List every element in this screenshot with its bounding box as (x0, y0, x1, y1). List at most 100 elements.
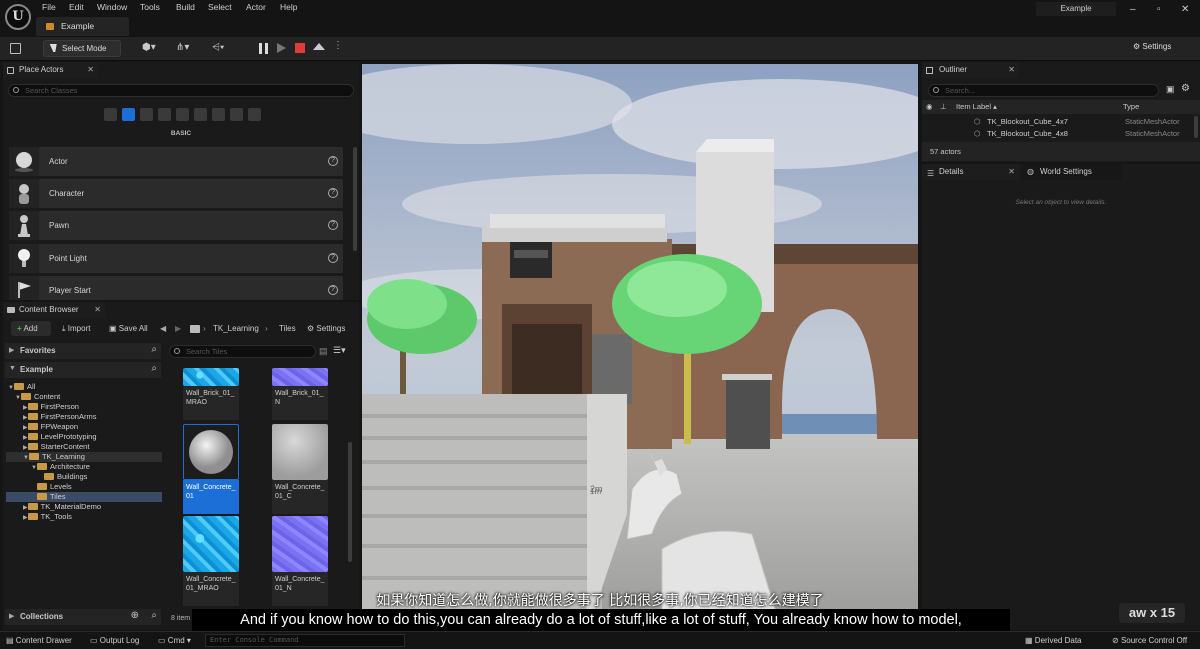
menu-actor[interactable]: Actor (246, 2, 266, 12)
tree-item-tk-materialdemo[interactable]: ▶ TK_MaterialDemo (6, 502, 101, 512)
gear-icon[interactable]: ⚙ (1181, 83, 1190, 94)
help-icon[interactable]: ? (328, 156, 338, 166)
level-viewport[interactable]: 1m 2m (362, 64, 918, 632)
menu-help[interactable]: Help (280, 2, 297, 12)
pause-icon[interactable] (259, 43, 268, 54)
tree-item-buildings[interactable]: Buildings (6, 472, 87, 482)
close-tab-icon[interactable]: ✕ (1008, 164, 1015, 180)
scrollbar[interactable] (348, 442, 352, 562)
outliner-row[interactable]: ⬡ TK_Blockout_Cube_4x8 StaticMeshActor (922, 128, 1192, 139)
recent-icon[interactable] (104, 108, 117, 121)
tree-item-content[interactable]: ▼ Content (6, 392, 162, 402)
asset-tile[interactable]: Wall_Concrete_01_C (272, 424, 328, 514)
tree-item-tk-tools[interactable]: ▶ TK_Tools (6, 512, 72, 522)
volumes-icon[interactable] (230, 108, 243, 121)
close-tab-icon[interactable]: ✕ (1008, 62, 1015, 78)
save-all-button[interactable]: ▣ Save All (109, 321, 148, 336)
help-icon[interactable]: ? (328, 285, 338, 295)
tree-item-tk-learning[interactable]: ▼ TK_Learning (6, 452, 162, 462)
visual-effects-icon[interactable] (194, 108, 207, 121)
settings-button[interactable]: ⚙ Settings (1133, 42, 1171, 51)
asset-tile[interactable]: Wall_Brick_01_MRAO (183, 368, 239, 420)
outliner-row[interactable]: ⬡ TK_Blockout_Cube_4x7 StaticMeshActor (922, 116, 1192, 127)
breadcrumb-tk-learning[interactable]: TK_Learning (213, 321, 259, 336)
actor-item-actor[interactable]: Actor ? (9, 147, 343, 176)
tree-item-tiles[interactable]: Tiles (6, 492, 162, 502)
content-browser-tab[interactable]: Content Browser ✕ (3, 302, 105, 318)
add-button[interactable]: + Add (11, 321, 51, 336)
stop-icon[interactable] (295, 43, 305, 53)
type-column[interactable]: Type (1123, 100, 1139, 114)
project-header[interactable]: ▼ Example ⌕ (5, 362, 161, 378)
content-drawer-button[interactable]: ▤ Content Drawer (6, 635, 72, 647)
minimize-icon[interactable]: – (1130, 4, 1136, 15)
help-icon[interactable]: ? (328, 188, 338, 198)
eject-icon[interactable] (313, 43, 325, 50)
outliner-tab[interactable]: Outliner ✕ (922, 62, 1019, 78)
breadcrumb-tiles[interactable]: Tiles (279, 321, 296, 336)
select-mode-dropdown[interactable]: Select Mode (43, 40, 121, 57)
item-label-column[interactable]: Item Label ▴ (956, 100, 997, 114)
menu-select[interactable]: Select (208, 2, 232, 12)
blueprint-icon[interactable]: ⋔▾ (176, 42, 189, 53)
favorites-header[interactable]: ▶ Favorites ⌕ (5, 343, 161, 359)
world-settings-tab[interactable]: ◍ World Settings (1022, 164, 1122, 180)
scrollbar[interactable] (353, 147, 357, 251)
save-icon[interactable] (10, 43, 21, 54)
tree-item-firstpersonarms[interactable]: ▶ FirstPersonArms (6, 412, 96, 422)
menu-file[interactable]: File (42, 2, 56, 12)
asset-tile-selected[interactable]: Wall_Concrete_01 (183, 424, 239, 514)
content-settings-button[interactable]: ⚙ Settings (307, 321, 345, 336)
cinematics-icon[interactable]: ⩤▾ (212, 42, 224, 53)
search-icon[interactable]: ⌕ (151, 610, 157, 621)
asset-tile[interactable]: Wall_Brick_01_N (272, 368, 328, 420)
more-options-icon[interactable]: ⋮ (333, 40, 345, 51)
asset-search[interactable]: Search Tiles (169, 345, 316, 358)
tree-item-fpweapon[interactable]: ▶ FPWeapon (6, 422, 78, 432)
import-button[interactable]: ⤓ Import (62, 321, 90, 336)
level-tab[interactable]: Example (36, 17, 129, 36)
step-icon[interactable] (277, 43, 286, 53)
collections-header[interactable]: ▶ Collections ⊕ ⌕ (5, 609, 161, 625)
unreal-logo[interactable]: U (5, 4, 31, 30)
filter-icon[interactable]: ☰▾ (333, 345, 346, 356)
derived-data-button[interactable]: ▦ Derived Data (1025, 635, 1081, 647)
search-icon[interactable]: ⌕ (151, 363, 157, 374)
source-control-button[interactable]: ⊘ Source Control Off (1112, 635, 1187, 647)
basic-icon[interactable] (122, 108, 135, 121)
tree-item-architecture[interactable]: ▼ Architecture (6, 462, 90, 472)
tree-item-all[interactable]: ▼ All (6, 382, 162, 392)
tree-item-startercontent[interactable]: ▶ StarterContent (6, 442, 89, 452)
history-forward-icon[interactable]: ▶ (175, 321, 181, 336)
add-folder-icon[interactable]: ▣ (1166, 84, 1175, 95)
pin-icon[interactable]: ⊥ (940, 100, 947, 114)
outliner-search[interactable]: Search... (928, 84, 1159, 97)
menu-tools[interactable]: Tools (140, 2, 160, 12)
actor-item-player-start[interactable]: Player Start ? (9, 276, 343, 300)
tree-item-levels[interactable]: Levels (6, 482, 72, 492)
lights-icon[interactable] (140, 108, 153, 121)
maximize-icon[interactable]: ▫ (1157, 4, 1161, 15)
save-search-icon[interactable]: ▤ (319, 346, 328, 357)
help-icon[interactable]: ? (328, 253, 338, 263)
menu-build[interactable]: Build (176, 2, 195, 12)
cinematic-icon[interactable] (176, 108, 189, 121)
actor-item-pawn[interactable]: Pawn ? (9, 211, 343, 240)
shapes-icon[interactable] (158, 108, 171, 121)
actor-item-point-light[interactable]: Point Light ? (9, 244, 343, 273)
visibility-icon[interactable]: ◉ (926, 100, 933, 114)
close-icon[interactable]: ✕ (1181, 4, 1189, 15)
menu-window[interactable]: Window (97, 2, 127, 12)
search-icon[interactable]: ⌕ (151, 344, 157, 355)
help-icon[interactable]: ? (328, 220, 338, 230)
actor-item-character[interactable]: Character ? (9, 179, 343, 208)
history-back-icon[interactable]: ◀ (160, 321, 166, 336)
menu-edit[interactable]: Edit (69, 2, 84, 12)
tree-item-firstperson[interactable]: ▶ FirstPerson (6, 402, 79, 412)
geometry-icon[interactable] (212, 108, 225, 121)
details-tab[interactable]: ☰ Details ✕ (922, 164, 1019, 180)
close-tab-icon[interactable]: ✕ (94, 302, 101, 318)
all-classes-icon[interactable] (248, 108, 261, 121)
scrollbar[interactable] (1194, 116, 1198, 138)
place-actors-search[interactable]: Search Classes (8, 84, 354, 97)
